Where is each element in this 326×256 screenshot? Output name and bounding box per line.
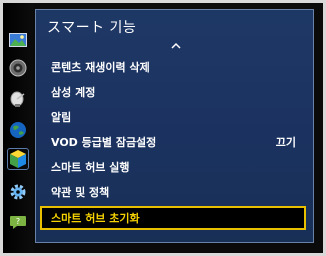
menu-item-label: 스마트 허브 초기화 [51, 212, 140, 225]
broadcast-icon[interactable] [9, 90, 27, 108]
support-icon[interactable]: ? [9, 213, 27, 231]
menu-item-clear-watch-history[interactable]: 콘텐츠 재생이력 삭제 [40, 56, 306, 78]
menu-item-label: 콘텐츠 재생이력 삭제 [51, 61, 150, 74]
picture-icon[interactable] [9, 31, 27, 49]
menu-item-label: 약관 및 정책 [51, 186, 110, 199]
menu-item-run-smart-hub[interactable]: 스마트 허브 실행 [40, 156, 306, 178]
menu-item-samsung-account[interactable]: 삼성 계정 [40, 81, 306, 103]
menu-item-reset-smart-hub[interactable]: 스마트 허브 초기화 [40, 206, 306, 230]
scroll-up-arrow-icon[interactable] [170, 42, 182, 50]
menu-item-vod-rating-lock[interactable]: VOD 등급별 잠금설정 끄기 [40, 131, 306, 153]
tv-menu-screen: ? スマート 기능 콘텐츠 재생이력 삭제 삼성 계정 알림 VOD 등급별 잠… [0, 0, 326, 256]
menu-item-terms-and-policy[interactable]: 약관 및 정책 [40, 181, 306, 203]
menu-item-label: 삼성 계정 [51, 86, 96, 99]
smart-features-panel: スマート 기능 콘텐츠 재생이력 삭제 삼성 계정 알림 VOD 등급별 잠금설… [35, 9, 314, 243]
menu-item-label: VOD 등급별 잠금설정 [51, 136, 157, 149]
menu-item-label: 알림 [51, 111, 72, 124]
sound-icon[interactable] [9, 59, 27, 77]
menu-item-notifications[interactable]: 알림 [40, 106, 306, 128]
category-icon-rail: ? [3, 3, 33, 253]
network-icon[interactable] [9, 121, 27, 139]
menu-item-value: 끄기 [275, 136, 296, 149]
menu-item-label: 스마트 허브 실행 [51, 161, 130, 174]
svg-text:?: ? [16, 217, 20, 226]
smart-features-icon[interactable] [7, 148, 29, 170]
panel-title: スマート 기능 [47, 20, 137, 36]
settings-gear-icon[interactable] [9, 183, 27, 201]
